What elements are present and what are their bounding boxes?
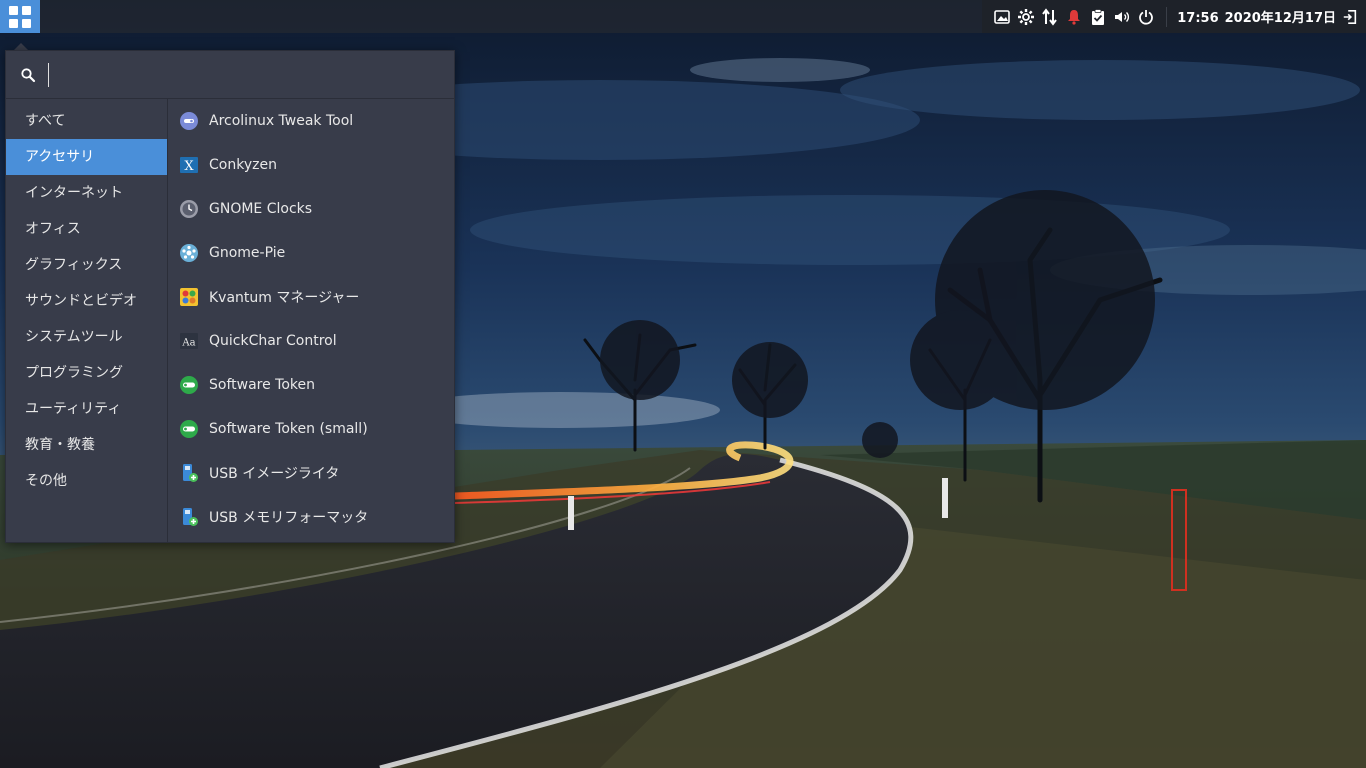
category-office[interactable]: オフィス (6, 211, 167, 247)
app-label: USB メモリフォーマッタ (209, 510, 369, 526)
category-sound-video[interactable]: サウンドとビデオ (6, 283, 167, 319)
app-label: GNOME Clocks (209, 201, 313, 217)
settings-gear-icon[interactable] (1015, 6, 1037, 28)
category-list: すべて アクセサリ インターネット オフィス グラフィックス サウンドとビデオ … (6, 99, 168, 542)
menu-pointer-arrow (14, 43, 28, 50)
app-conkyzen[interactable]: X Conkyzen (168, 143, 454, 187)
app-label: Gnome-Pie (209, 245, 286, 261)
applications-menu: すべて アクセサリ インターネット オフィス グラフィックス サウンドとビデオ … (5, 50, 455, 543)
app-software-token-small[interactable]: Software Token (small) (168, 407, 454, 451)
app-label: Software Token (209, 377, 315, 393)
volume-icon[interactable] (1111, 6, 1133, 28)
app-usb-image-writer[interactable]: USB イメージライタ (168, 451, 454, 495)
app-gnome-clocks[interactable]: GNOME Clocks (168, 187, 454, 231)
tweak-tool-icon (178, 110, 200, 132)
pie-icon (178, 242, 200, 264)
category-education[interactable]: 教育・教養 (6, 427, 167, 463)
quickchar-icon: Aa (178, 330, 200, 352)
app-label: QuickChar Control (209, 333, 337, 349)
search-icon (21, 67, 36, 82)
panel-clock[interactable]: 17:56 2020年12月17日 (1177, 7, 1336, 26)
app-gnome-pie[interactable]: Gnome-Pie (168, 231, 454, 275)
menu-search-bar (6, 51, 454, 99)
svg-text:X: X (184, 159, 194, 174)
app-software-token[interactable]: Software Token (168, 363, 454, 407)
app-usb-formatter[interactable]: USB メモリフォーマッタ (168, 495, 454, 539)
svg-text:Aa: Aa (181, 338, 195, 349)
usb-writer-icon (178, 462, 200, 484)
token-small-icon (178, 418, 200, 440)
app-label: Arcolinux Tweak Tool (209, 113, 354, 129)
category-accessories[interactable]: アクセサリ (6, 139, 167, 175)
applications-menu-button[interactable] (0, 0, 40, 33)
screenshot-icon[interactable] (991, 6, 1013, 28)
applications-grid-icon (9, 5, 31, 28)
clock-date: 2020年12月17日 (1224, 11, 1336, 26)
category-all[interactable]: すべて (6, 103, 167, 139)
tray-separator (1166, 6, 1168, 27)
clock-icon (178, 198, 200, 220)
application-list: Arcolinux Tweak Tool X Conkyzen GNOME Cl… (168, 99, 454, 542)
app-label: USB イメージライタ (209, 466, 340, 482)
network-transfer-icon[interactable] (1039, 6, 1061, 28)
clock-time: 17:56 (1177, 11, 1219, 26)
system-tray: 17:56 2020年12月17日 (982, 0, 1366, 33)
app-quickchar-control[interactable]: Aa QuickChar Control (168, 319, 454, 363)
app-label: Kvantum マネージャー (209, 290, 360, 306)
usb-formatter-icon (178, 506, 200, 528)
top-panel: 17:56 2020年12月17日 (0, 0, 1366, 33)
category-internet[interactable]: インターネット (6, 175, 167, 211)
category-graphics[interactable]: グラフィックス (6, 247, 167, 283)
power-icon[interactable] (1135, 6, 1157, 28)
category-programming[interactable]: プログラミング (6, 355, 167, 391)
app-kvantum-manager[interactable]: Kvantum マネージャー (168, 275, 454, 319)
token-icon (178, 374, 200, 396)
category-other[interactable]: その他 (6, 463, 167, 499)
kvantum-icon (178, 286, 200, 308)
category-utilities[interactable]: ユーティリティ (6, 391, 167, 427)
clipboard-check-icon[interactable] (1087, 6, 1109, 28)
app-arcolinux-tweak-tool[interactable]: Arcolinux Tweak Tool (168, 99, 454, 143)
app-label: Conkyzen (209, 157, 277, 173)
app-label: Software Token (small) (209, 421, 368, 437)
logout-icon[interactable] (1342, 8, 1360, 26)
menu-body: すべて アクセサリ インターネット オフィス グラフィックス サウンドとビデオ … (6, 99, 454, 542)
category-system-tools[interactable]: システムツール (6, 319, 167, 355)
conkyzen-icon: X (178, 154, 200, 176)
search-input[interactable] (48, 62, 454, 87)
notification-bell-icon[interactable] (1063, 6, 1085, 28)
